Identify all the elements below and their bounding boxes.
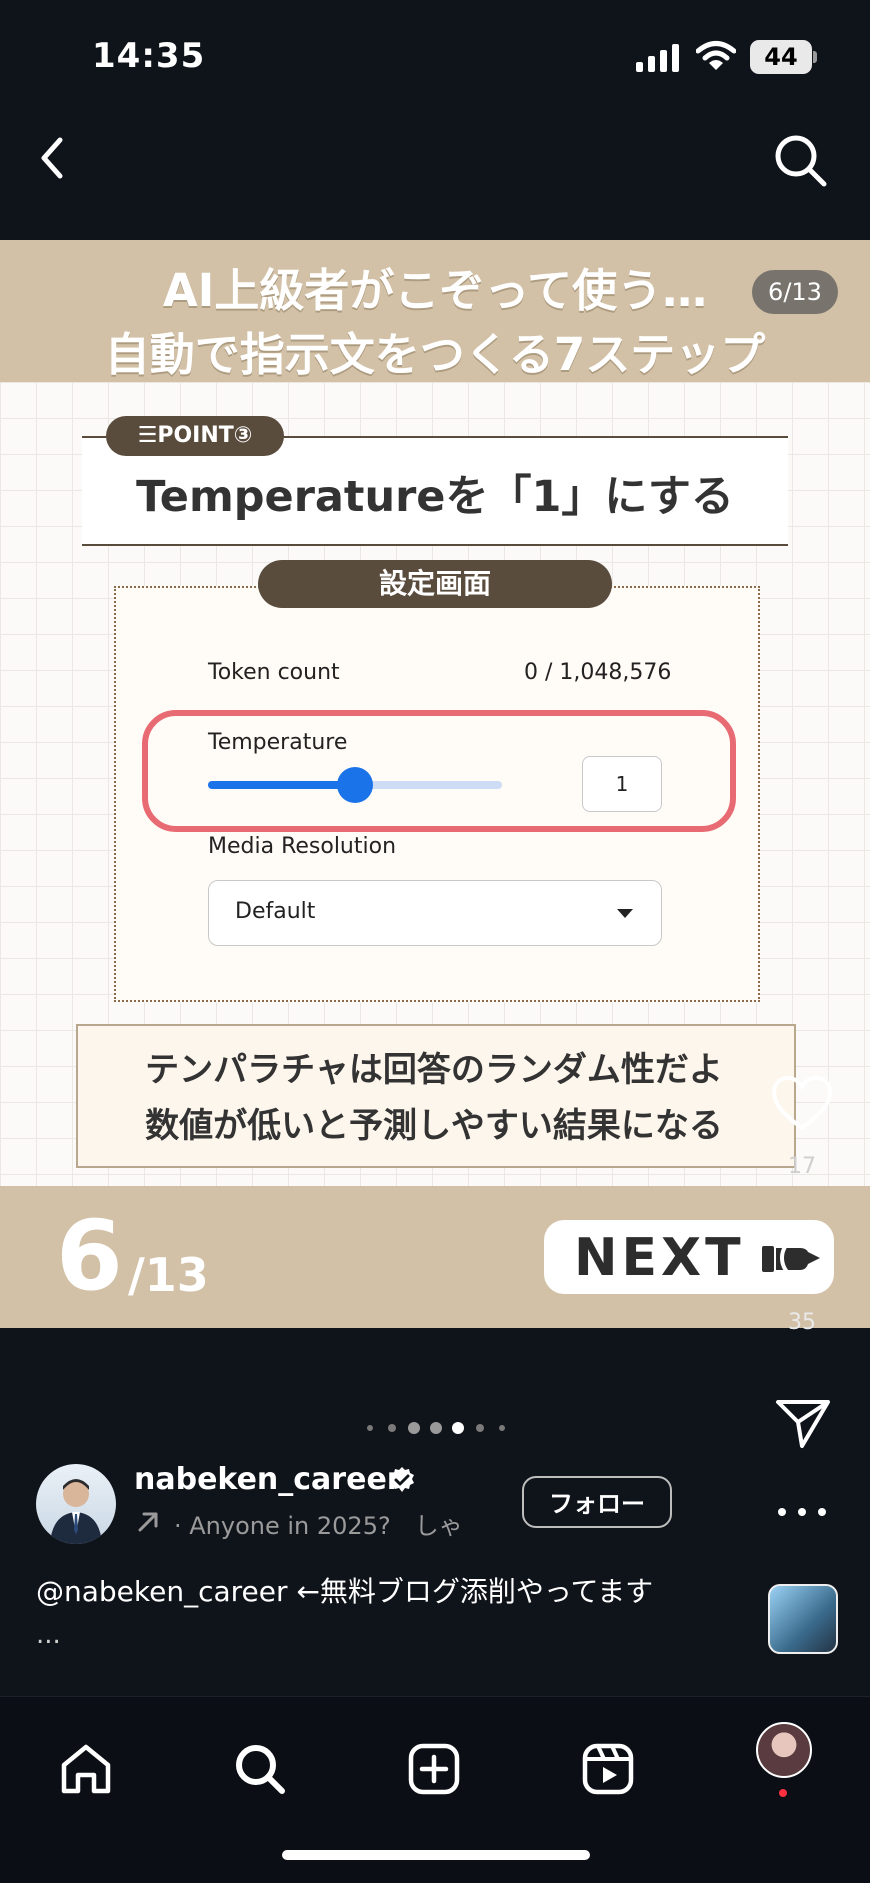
settings-screen-label: 設定画面	[258, 560, 612, 608]
avatar[interactable]	[36, 1464, 116, 1544]
search-icon[interactable]	[770, 130, 830, 190]
caret-down-icon	[617, 909, 633, 918]
media-resolution-select: Default	[208, 880, 662, 946]
follow-button[interactable]: フォロー	[522, 1476, 672, 1528]
audio-thumbnail[interactable]	[768, 1584, 838, 1654]
home-indicator[interactable]	[282, 1850, 590, 1860]
username[interactable]: nabeken_career	[134, 1462, 402, 1497]
carousel-dot	[388, 1424, 396, 1432]
token-count-label: Token count	[208, 660, 340, 685]
comment-count: 35	[788, 1310, 816, 1335]
back-chevron-icon[interactable]	[30, 128, 74, 188]
home-icon[interactable]	[58, 1741, 114, 1797]
avatar-person-icon	[50, 1479, 102, 1544]
media-resolution-value: Default	[235, 899, 316, 924]
footer-page-number: 6	[56, 1200, 123, 1312]
note-line2: 数値が低いと予測しやすい結果になる	[145, 1106, 723, 1146]
audio-track-text[interactable]: · Anyone in 2025? しゃ	[174, 1506, 500, 1541]
point-badge: ☰POINT③	[106, 416, 284, 456]
point-title: Temperatureを「1」にする	[136, 472, 734, 522]
carousel-dot	[452, 1422, 464, 1434]
profile-avatar-nav[interactable]	[756, 1722, 812, 1778]
arrow-up-right-icon	[138, 1512, 158, 1532]
verified-icon	[390, 1467, 414, 1492]
post-title-line1: AI上級者がこぞって使う…	[162, 264, 708, 317]
next-label: NEXT	[574, 1228, 745, 1288]
caption-text[interactable]: @nabeken_career ←無料ブログ添削やってます	[36, 1570, 653, 1610]
media-resolution-label: Media Resolution	[208, 834, 397, 859]
send-icon[interactable]	[774, 1396, 832, 1450]
divider-bottom	[82, 544, 788, 546]
heart-icon[interactable]	[770, 1074, 834, 1132]
more-icon[interactable]	[774, 1504, 830, 1520]
carousel-dot	[499, 1425, 505, 1431]
caption-more[interactable]: ...	[36, 1620, 61, 1650]
post-image[interactable]: AI上級者がこぞって使う… 自動で指示文をつくる7ステップ 6/13 ☰POIN…	[0, 240, 870, 1328]
wifi-icon	[696, 41, 736, 70]
footer-page-total: /13	[128, 1248, 209, 1302]
post-title-line2: 自動で指示文をつくる7ステップ	[104, 328, 766, 381]
temperature-slider-fill	[208, 781, 355, 789]
carousel-dot	[408, 1422, 420, 1434]
cellular-signal-icon	[636, 44, 679, 72]
reels-icon[interactable]	[580, 1741, 636, 1797]
status-time: 14:35	[92, 36, 206, 76]
token-count-value: 0 / 1,048,576	[524, 660, 672, 685]
page-counter-badge: 6/13	[752, 270, 838, 314]
temperature-label: Temperature	[208, 730, 348, 755]
battery-tip	[813, 51, 817, 63]
carousel-dot	[430, 1422, 442, 1434]
carousel-dot	[476, 1424, 484, 1432]
like-count: 17	[788, 1154, 816, 1179]
comment-icon[interactable]	[774, 1230, 830, 1286]
temperature-slider-thumb	[337, 767, 373, 803]
carousel-dot	[367, 1425, 373, 1431]
notification-dot	[779, 1789, 787, 1797]
note-line1: テンパラチャは回答のランダム性だよ	[145, 1050, 723, 1090]
plus-square-icon[interactable]	[406, 1741, 462, 1797]
search-nav-icon[interactable]	[232, 1741, 288, 1797]
battery-indicator: 44	[750, 40, 812, 74]
temperature-value-input: 1	[582, 756, 662, 812]
